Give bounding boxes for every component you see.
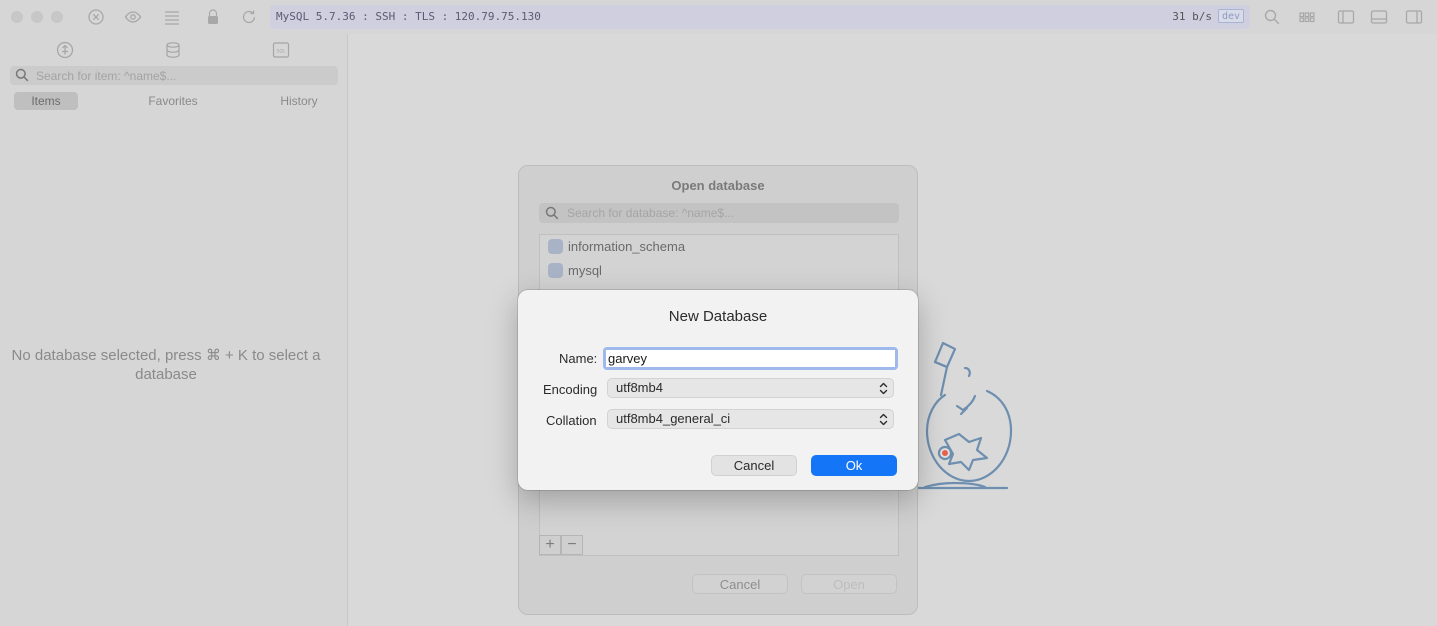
name-field[interactable] [603,347,898,370]
database-item-mysql[interactable]: mysql [548,261,602,281]
connection-address-bar[interactable]: MySQL 5.7.36 : SSH : TLS : 120.79.75.130… [270,5,1250,29]
open-database-title: Open database [671,178,765,193]
sidebar-search-input[interactable] [36,66,332,85]
encoding-label: Encoding [543,382,598,397]
encoding-select[interactable]: utf8mb4 [607,378,894,398]
chevron-up-down-icon [879,413,888,426]
sql-file-icon[interactable]: SQL [272,41,290,59]
open-button[interactable]: Open [801,574,897,594]
collation-select[interactable]: utf8mb4_general_ci [607,409,894,429]
transfer-rate: 31 b/s [1172,10,1212,23]
collation-label: Collation [546,413,597,428]
refresh-icon[interactable] [240,8,258,26]
grid-icon[interactable] [1298,8,1316,26]
toggle-left-panel-icon[interactable] [1337,8,1355,26]
sidebar: SQL Items Favorites History No database … [0,34,348,626]
search-icon [15,68,29,82]
toggle-right-panel-icon[interactable] [1405,8,1423,26]
list-edit-buttons: + − [539,535,584,555]
title-bar: MySQL 5.7.36 : SSH : TLS : 120.79.75.130… [0,0,1437,34]
remove-database-button[interactable]: − [561,535,583,555]
open-cancel-button[interactable]: Cancel [692,574,788,594]
chevron-up-down-icon [879,382,888,395]
new-database-dialog: New Database Name: Encoding utf8mb4 Coll… [518,290,918,490]
svg-text:SQL: SQL [277,49,286,55]
segment-items[interactable]: Items [14,92,78,110]
search-icon [545,206,559,220]
eye-icon[interactable] [124,8,142,26]
items-tab-icon[interactable] [56,41,74,59]
zoom-window-button[interactable] [51,11,63,23]
database-item-information-schema[interactable]: information_schema [548,237,685,257]
segment-history[interactable]: History [266,92,332,110]
database-icon [548,239,563,254]
database-icon [548,263,563,278]
no-database-message: No database selected, press ⌘ + K to sel… [11,347,321,383]
encoding-value: utf8mb4 [616,380,663,395]
add-database-button[interactable]: + [539,535,561,555]
env-badge: dev [1217,9,1244,23]
segment-favorites[interactable]: Favorites [136,92,210,110]
cancel-button[interactable]: Cancel [711,455,797,476]
toggle-bottom-panel-icon[interactable] [1370,8,1388,26]
name-input[interactable] [606,350,895,367]
ok-button[interactable]: Ok [811,455,897,476]
collation-value: utf8mb4_general_ci [616,411,731,426]
minimize-window-button[interactable] [31,11,43,23]
database-icon[interactable] [164,41,182,59]
database-search-input[interactable] [567,203,887,223]
name-label: Name: [559,351,598,366]
database-search[interactable] [539,203,899,223]
close-window-button[interactable] [11,11,23,23]
list-icon[interactable] [163,8,181,26]
dialog-title: New Database [668,308,768,325]
close-connection-icon[interactable] [87,8,105,26]
connection-info: MySQL 5.7.36 : SSH : TLS : 120.79.75.130 [276,10,541,23]
empty-state-illustration [905,340,1025,495]
sidebar-search[interactable] [10,66,338,85]
lock-icon[interactable] [204,8,222,26]
search-icon[interactable] [1263,8,1281,26]
